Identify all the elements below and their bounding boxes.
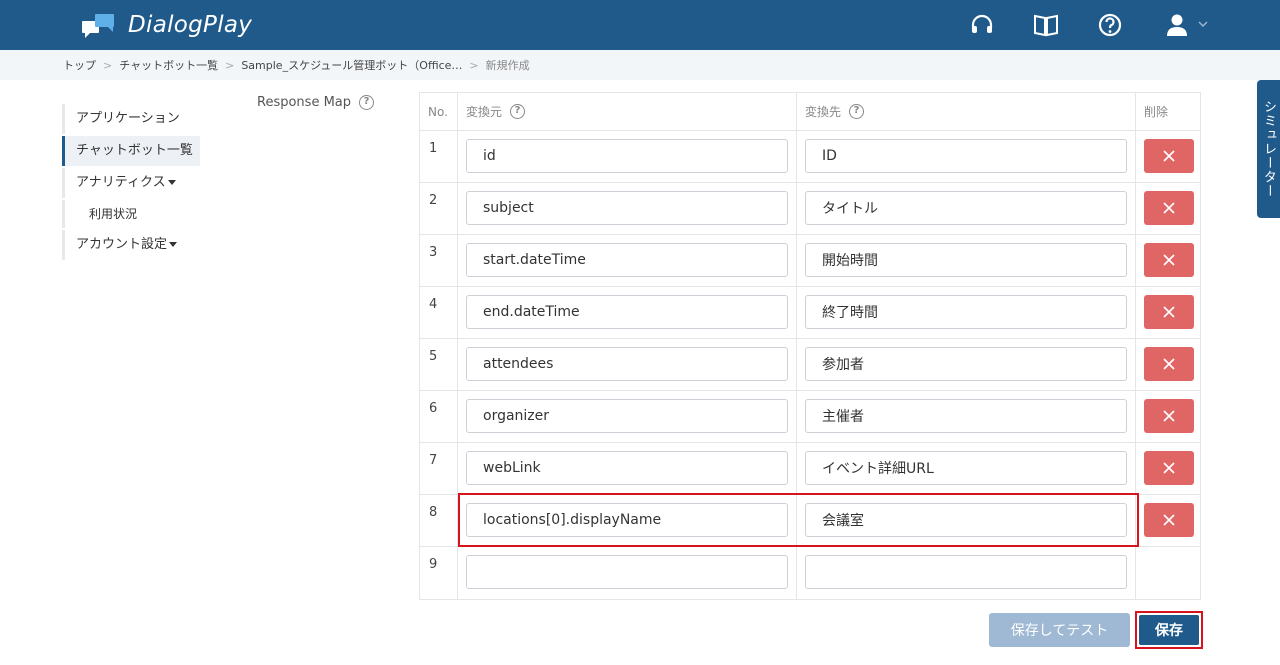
table-row: 2: [420, 183, 1200, 235]
sidebar-item-applications[interactable]: アプリケーション: [62, 104, 200, 134]
help-icon[interactable]: ?: [359, 95, 375, 110]
chat-bubbles-icon: [82, 14, 114, 38]
table-row: 4: [420, 287, 1200, 339]
help-icon[interactable]: ?: [510, 104, 526, 119]
close-icon: [1163, 254, 1175, 266]
breadcrumb-top[interactable]: トップ: [63, 57, 96, 73]
response-map-title: Response Map: [257, 95, 352, 110]
close-icon: [1163, 306, 1175, 318]
breadcrumb-separator: >: [469, 58, 479, 72]
column-header-target: 変換先?: [797, 93, 1136, 130]
breadcrumb-separator: >: [103, 58, 113, 72]
row-number: 9: [420, 547, 458, 599]
response-map-table: No. 変換元? 変換先? 削除 1 2 3 4 5 6: [419, 92, 1201, 600]
target-input[interactable]: [805, 243, 1127, 277]
book-icon[interactable]: [1032, 11, 1060, 39]
row-number: 5: [420, 339, 458, 390]
sidebar-subitem-usage[interactable]: 利用状況: [62, 200, 222, 228]
app-logo[interactable]: DialogPlay: [80, 8, 252, 42]
sidebar-item-analytics[interactable]: アナリティクス: [62, 168, 200, 198]
column-header-delete: 削除: [1144, 105, 1169, 119]
row-number: 2: [420, 183, 458, 234]
table-row: 1: [420, 131, 1200, 183]
delete-row-button[interactable]: [1144, 243, 1194, 277]
save-button[interactable]: 保存: [1139, 615, 1199, 645]
column-header-no: No.: [420, 93, 458, 130]
close-icon: [1163, 358, 1175, 370]
target-input[interactable]: [805, 555, 1127, 589]
delete-row-button[interactable]: [1144, 295, 1194, 329]
source-input[interactable]: [466, 139, 788, 173]
row-number: 4: [420, 287, 458, 338]
source-input[interactable]: [466, 503, 788, 537]
app-header: DialogPlay: [0, 0, 1280, 50]
delete-row-button[interactable]: [1144, 399, 1194, 433]
caret-down-icon: [169, 242, 178, 247]
delete-row-button[interactable]: [1144, 451, 1194, 485]
chevron-down-icon[interactable]: [1198, 20, 1208, 28]
save-button-highlight: 保存: [1135, 611, 1203, 649]
source-input[interactable]: [466, 451, 788, 485]
save-and-test-button[interactable]: 保存してテスト: [989, 613, 1130, 647]
column-header-label: 変換元: [466, 105, 503, 119]
source-input[interactable]: [466, 347, 788, 381]
row-number: 6: [420, 391, 458, 442]
close-icon: [1163, 514, 1175, 526]
close-icon: [1163, 202, 1175, 214]
row-number: 1: [420, 131, 458, 182]
row-number: 8: [420, 495, 458, 546]
delete-row-button[interactable]: [1144, 503, 1194, 537]
sidebar-item-label: アカウント設定: [76, 237, 168, 252]
source-input[interactable]: [466, 191, 788, 225]
empty-delete-cell: [1136, 547, 1200, 599]
table-row: 5: [420, 339, 1200, 391]
table-row: 9: [420, 547, 1200, 599]
breadcrumb-separator: >: [225, 58, 235, 72]
delete-row-button[interactable]: [1144, 139, 1194, 173]
breadcrumb: トップ > チャットボット一覧 > Sample_スケジュール管理ボット（Off…: [0, 50, 1280, 80]
target-input[interactable]: [805, 399, 1127, 433]
table-header: No. 変換元? 変換先? 削除: [420, 93, 1200, 131]
table-row: 7: [420, 443, 1200, 495]
table-row: 3: [420, 235, 1200, 287]
row-number: 7: [420, 443, 458, 494]
sidebar-item-label: アナリティクス: [76, 175, 166, 190]
target-input[interactable]: [805, 191, 1127, 225]
delete-row-button[interactable]: [1144, 191, 1194, 225]
close-icon: [1163, 410, 1175, 422]
target-input[interactable]: [805, 295, 1127, 329]
source-input[interactable]: [466, 555, 788, 589]
response-map-label: Response Map ?: [257, 95, 375, 110]
target-input[interactable]: [805, 347, 1127, 381]
sidebar: アプリケーション チャットボット一覧 アナリティクス 利用状況 アカウント設定: [62, 104, 222, 262]
breadcrumb-chatbot-list[interactable]: チャットボット一覧: [119, 57, 218, 73]
app-name: DialogPlay: [128, 12, 253, 38]
user-icon[interactable]: [1164, 11, 1192, 39]
close-icon: [1163, 462, 1175, 474]
help-icon[interactable]: [1096, 11, 1124, 39]
target-input[interactable]: [805, 503, 1127, 537]
breadcrumb-bot[interactable]: Sample_スケジュール管理ボット（Office…: [241, 57, 462, 73]
target-input[interactable]: [805, 451, 1127, 485]
breadcrumb-current: 新規作成: [485, 59, 530, 72]
source-input[interactable]: [466, 243, 788, 277]
column-header-label: 変換先: [805, 105, 842, 119]
table-row: 8: [420, 495, 1200, 547]
source-input[interactable]: [466, 295, 788, 329]
simulator-tab[interactable]: シミュレーター: [1257, 80, 1280, 218]
sidebar-item-chatbot-list[interactable]: チャットボット一覧: [62, 136, 200, 166]
caret-down-icon: [167, 180, 176, 185]
headset-icon[interactable]: [968, 11, 996, 39]
help-icon[interactable]: ?: [849, 104, 865, 119]
column-header-source: 変換元?: [458, 93, 797, 130]
table-row: 6: [420, 391, 1200, 443]
target-input[interactable]: [805, 139, 1127, 173]
row-number: 3: [420, 235, 458, 286]
close-icon: [1163, 150, 1175, 162]
source-input[interactable]: [466, 399, 788, 433]
delete-row-button[interactable]: [1144, 347, 1194, 381]
sidebar-item-account-settings[interactable]: アカウント設定: [62, 230, 200, 260]
